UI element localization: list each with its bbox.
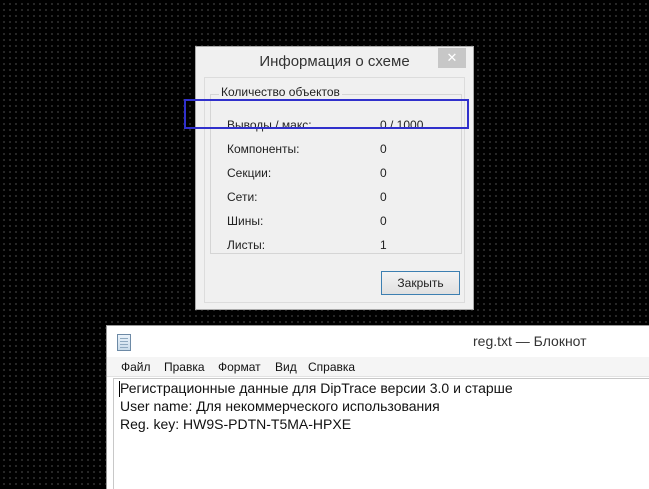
text-line: Reg. key: HW9S-PDTN-T5MA-HPXE [120,416,352,432]
info-row-sections: Секции: 0 [227,166,447,182]
notepad-menubar: Файл Правка Формат Вид Справка [107,357,649,377]
notepad-title: reg.txt — Блокнот [473,333,587,349]
notepad-text-area[interactable]: Регистрационные данные для DipTrace верс… [113,378,649,489]
menu-edit[interactable]: Правка [164,360,205,374]
notepad-window: reg.txt — Блокнот Файл Правка Формат Вид… [106,325,649,489]
info-label: Листы: [227,238,266,252]
info-row-components: Компоненты: 0 [227,142,447,158]
info-label: Компоненты: [227,142,300,156]
highlight-box [184,99,469,129]
dialog-title: Информация о схеме [259,53,410,70]
menu-file[interactable]: Файл [121,360,151,374]
scheme-info-dialog: Информация о схеме ✕ Количество объектов… [195,46,474,310]
info-label: Сети: [227,190,258,204]
info-label: Секции: [227,166,272,180]
dialog-close-button[interactable]: ✕ [438,48,466,68]
info-value: 0 [380,190,387,204]
menu-view[interactable]: Вид [275,360,297,374]
close-icon: ✕ [446,50,458,65]
info-value: 0 [380,142,387,156]
menu-format[interactable]: Формат [218,360,261,374]
group-title: Количество объектов [219,85,342,99]
close-button[interactable]: Закрыть [381,271,460,295]
info-row-sheets: Листы: 1 [227,238,447,254]
menu-help[interactable]: Справка [308,360,355,374]
notepad-titlebar[interactable]: reg.txt — Блокнот [107,326,649,357]
info-value: 1 [380,238,387,252]
info-row-nets: Сети: 0 [227,190,447,206]
info-row-buses: Шины: 0 [227,214,447,230]
text-line: User name: Для некоммерческого использов… [120,398,440,414]
notepad-icon [117,334,131,351]
info-value: 0 [380,214,387,228]
text-line: Регистрационные данные для DipTrace верс… [120,380,513,396]
info-label: Шины: [227,214,264,228]
info-value: 0 [380,166,387,180]
